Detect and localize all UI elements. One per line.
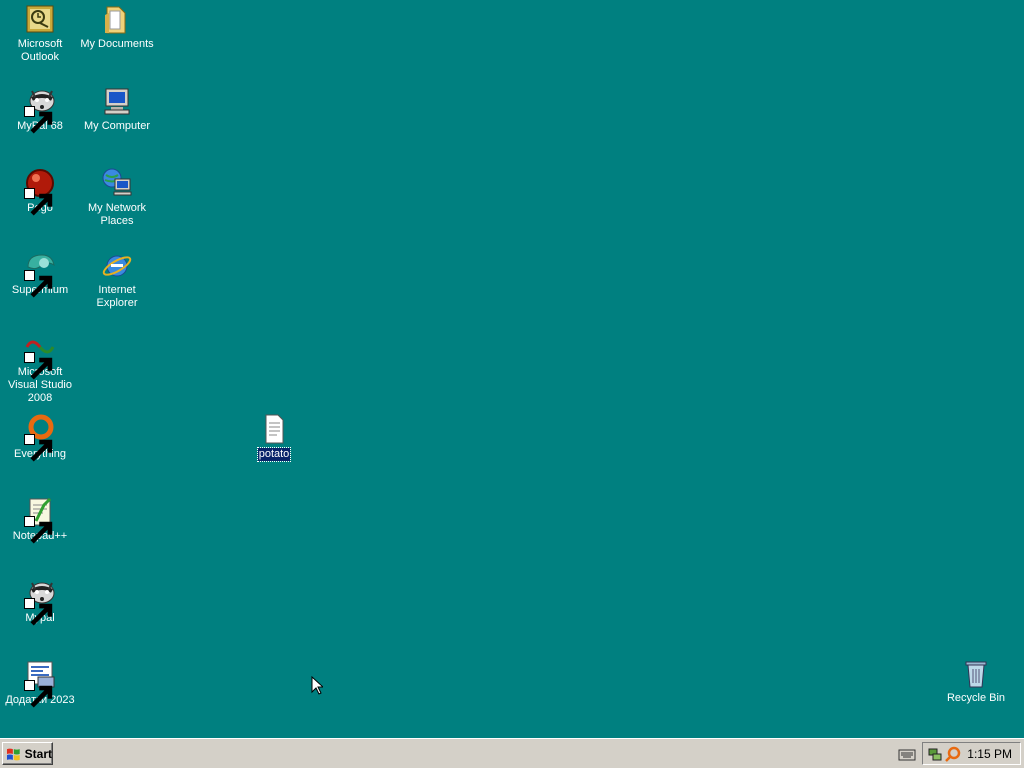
desktop-icon-mypal-68[interactable]: MyPal 68 — [1, 85, 79, 134]
desktop-icon-dodatky-2023[interactable]: Додатки 2023 — [1, 659, 79, 708]
desktop[interactable]: Microsoft Outlook My Documents MyPal 68 … — [0, 0, 1024, 738]
shortcut-arrow-icon — [24, 516, 53, 544]
shortcut-arrow-icon — [24, 434, 53, 462]
desktop-icon-label: Recycle Bin — [946, 692, 1006, 704]
raccoon-icon — [24, 577, 56, 626]
outlook-icon — [24, 3, 56, 35]
shortcut-arrow-icon — [24, 188, 53, 216]
desktop-icon-label: potato — [256, 447, 292, 462]
everything-search-icon — [24, 413, 56, 462]
shortcut-arrow-icon — [24, 598, 53, 626]
desktop-icon-label: Microsoft Outlook — [17, 38, 63, 63]
desktop-icon-label: My Computer — [83, 120, 151, 132]
raccoon-icon — [24, 85, 56, 134]
shortcut-arrow-icon — [24, 106, 53, 134]
desktop-icon-notepad-plus-plus[interactable]: Notepad++ — [1, 495, 79, 544]
windows-logo-icon — [6, 748, 20, 760]
clock[interactable]: 1:15 PM — [967, 747, 1012, 761]
keyboard-icon[interactable] — [898, 747, 916, 761]
text-file-icon — [258, 413, 290, 445]
desktop-icon-label: My Network Places — [87, 202, 147, 227]
desktop-icon-potato[interactable]: potato — [235, 413, 313, 462]
desktop-icon-outlook[interactable]: Microsoft Outlook — [1, 3, 79, 64]
shortcut-arrow-icon — [24, 270, 53, 298]
desktop-icon-everything[interactable]: Everything — [1, 413, 79, 462]
folder-icon — [101, 3, 133, 35]
document-printer-icon — [24, 659, 56, 708]
start-button[interactable]: Start — [2, 742, 53, 765]
desktop-icon-label: Internet Explorer — [96, 284, 138, 309]
search-tray-icon[interactable] — [945, 746, 961, 762]
pego-icon — [24, 167, 56, 216]
desktop-icon-internet-explorer[interactable]: Internet Explorer — [78, 249, 156, 310]
desktop-icon-supermium[interactable]: Supermium — [1, 249, 79, 298]
mouse-cursor-icon — [311, 676, 323, 695]
recycle-bin-icon — [960, 657, 992, 689]
taskbar: Start 1:15 PM — [0, 738, 1024, 768]
supermium-icon — [24, 249, 56, 298]
desktop-icon-my-documents[interactable]: My Documents — [78, 3, 156, 51]
computer-icon — [101, 85, 133, 117]
desktop-icon-my-computer[interactable]: My Computer — [78, 85, 156, 133]
visual-studio-icon — [24, 331, 56, 380]
start-label: Start — [24, 746, 52, 761]
notepad-plus-plus-icon — [24, 495, 56, 544]
network-icon — [101, 167, 133, 199]
desktop-icon-pego[interactable]: Pego — [1, 167, 79, 216]
system-tray: 1:15 PM — [922, 742, 1021, 765]
desktop-icon-visual-studio-2008[interactable]: Microsoft Visual Studio 2008 — [1, 331, 79, 405]
desktop-icon-my-network-places[interactable]: My Network Places — [78, 167, 156, 228]
shortcut-arrow-icon — [24, 680, 53, 708]
network-tray-icon[interactable] — [927, 746, 943, 762]
ie-icon — [101, 249, 133, 281]
shortcut-arrow-icon — [24, 352, 53, 380]
desktop-icon-label: My Documents — [80, 38, 154, 50]
desktop-icon-mypal[interactable]: Mypal — [1, 577, 79, 626]
desktop-icon-recycle-bin[interactable]: Recycle Bin — [937, 657, 1015, 705]
